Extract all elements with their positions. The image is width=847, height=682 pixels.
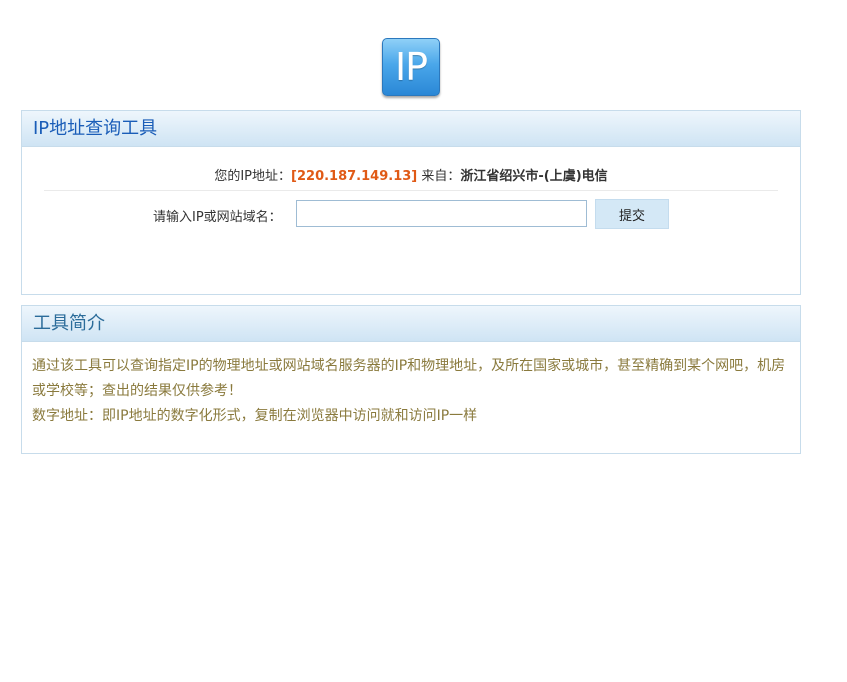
query-panel-title: IP地址查询工具 <box>22 111 800 147</box>
ip-logo-icon: IP <box>382 38 440 96</box>
query-input-label: 请输入IP或网站域名： <box>153 210 282 225</box>
ip-domain-input[interactable] <box>296 200 587 227</box>
query-form: 请输入IP或网站域名： 提交 <box>22 199 800 229</box>
submit-button[interactable]: 提交 <box>595 199 669 229</box>
intro-body: 通过该工具可以查询指定IP的物理地址或网站域名服务器的IP和物理地址，及所在国家… <box>22 342 800 429</box>
intro-paragraph-2: 数字地址：即IP地址的数字化形式，复制在浏览器中访问就和访问IP一样 <box>32 408 478 424</box>
intro-paragraph-1: 通过该工具可以查询指定IP的物理地址或网站域名服务器的IP和物理地址，及所在国家… <box>32 358 786 399</box>
your-ip-prefix: 您的IP地址： <box>214 169 292 184</box>
from-label: 来自： <box>417 169 461 184</box>
tool-intro-panel: 工具简介 通过该工具可以查询指定IP的物理地址或网站域名服务器的IP和物理地址，… <box>21 305 801 454</box>
ip-location: 浙江省绍兴市-(上虞)电信 <box>460 169 608 184</box>
intro-panel-title: 工具简介 <box>22 306 800 342</box>
ip-logo: IP <box>382 38 440 98</box>
current-ip-value: [220.187.149.13] <box>291 169 418 184</box>
current-ip-line: 您的IP地址：[220.187.149.13] 来自：浙江省绍兴市-(上虞)电信 <box>44 165 778 191</box>
ip-logo-text: IP <box>394 45 428 89</box>
ip-query-panel: IP地址查询工具 您的IP地址：[220.187.149.13] 来自：浙江省绍… <box>21 110 801 295</box>
